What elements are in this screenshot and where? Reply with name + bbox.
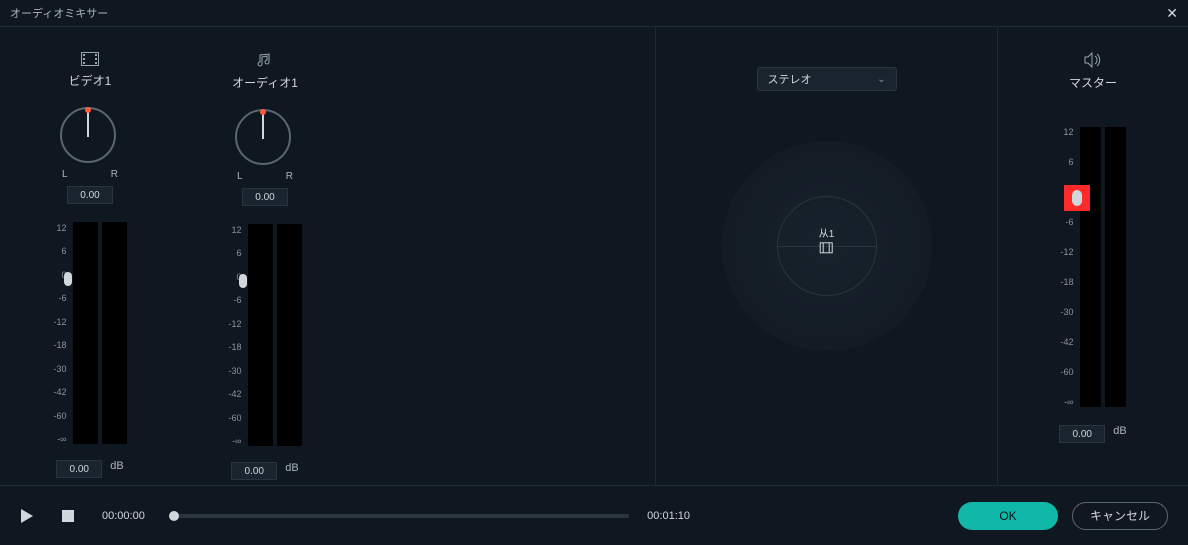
gain-slider[interactable] (248, 224, 302, 446)
music-icon (257, 52, 273, 68)
master-label: マスター (1069, 74, 1117, 91)
master-pane: マスター 1260-6-12-18-30-42-60-∞ 0.00 dB (998, 27, 1188, 485)
ok-button[interactable]: OK (958, 502, 1058, 530)
master-db-scale: 1260-6-12-18-30-42-60-∞ (1060, 127, 1073, 407)
channel-audio1: オーディオ1 LR 0.00 1260-6-12-18-30-42-60-∞ 0… (205, 52, 325, 485)
main-area: ビデオ1 LR 0.00 1260-6-12-18-30-42-60-∞ 0.0… (0, 26, 1188, 485)
play-icon[interactable] (20, 508, 34, 524)
progress-bar[interactable] (169, 514, 629, 518)
meter-bar-left (248, 224, 273, 446)
db-scale: 1260-6-12-18-30-42-60-∞ (228, 224, 241, 446)
master-knob-highlight[interactable] (1064, 185, 1090, 211)
progress-knob[interactable] (169, 511, 179, 521)
pan-lr-labels: LR (237, 171, 293, 182)
stereo-dropdown[interactable]: ステレオ ⌄ (757, 67, 897, 91)
gain-value[interactable]: 0.00 (231, 462, 277, 480)
meter-bar-right (277, 224, 302, 446)
slider-knob[interactable] (64, 272, 72, 286)
master-meter-right (1105, 127, 1126, 407)
dropdown-selected: ステレオ (768, 71, 812, 87)
titlebar: オーディオミキサー ✕ (0, 0, 1188, 26)
pan-knob[interactable] (235, 109, 295, 169)
meter-bar-left (73, 222, 98, 444)
master-slider-knob[interactable] (1072, 190, 1082, 206)
pan-knob[interactable] (60, 107, 120, 167)
channel-label: ビデオ1 (69, 72, 112, 89)
surround-center-marker[interactable]: 从1 (819, 228, 835, 254)
meter-area: 1260-6-12-18-30-42-60-∞ (53, 222, 126, 444)
channel-video1: ビデオ1 LR 0.00 1260-6-12-18-30-42-60-∞ 0.0… (30, 52, 150, 485)
db-unit: dB (110, 460, 123, 472)
meter-area: 1260-6-12-18-30-42-60-∞ (228, 224, 301, 446)
cancel-button[interactable]: キャンセル (1072, 502, 1168, 530)
db-unit: dB (285, 462, 298, 474)
speaker-icon (1084, 52, 1102, 68)
surround-pane: ステレオ ⌄ 从1 (656, 27, 998, 485)
channel-label: オーディオ1 (232, 74, 298, 91)
db-scale: 1260-6-12-18-30-42-60-∞ (53, 222, 66, 444)
meter-bar-right (102, 222, 127, 444)
time-total: 00:01:10 (647, 510, 690, 522)
stop-icon[interactable] (62, 510, 74, 522)
video-icon (81, 52, 99, 66)
pan-value[interactable]: 0.00 (67, 186, 113, 204)
time-current: 00:00:00 (102, 510, 145, 522)
channels-pane: ビデオ1 LR 0.00 1260-6-12-18-30-42-60-∞ 0.0… (0, 27, 656, 485)
gain-slider[interactable] (73, 222, 127, 444)
master-meter-left (1080, 127, 1101, 407)
pan-lr-labels: LR (62, 169, 118, 180)
pan-value[interactable]: 0.00 (242, 188, 288, 206)
db-unit: dB (1113, 425, 1126, 437)
playback-bar: 00:00:00 00:01:10 OK キャンセル (0, 485, 1188, 545)
window-title: オーディオミキサー (10, 5, 108, 21)
master-gain-value[interactable]: 0.00 (1059, 425, 1105, 443)
close-icon[interactable]: ✕ (1166, 5, 1178, 22)
slider-knob[interactable] (239, 274, 247, 288)
surround-field[interactable]: 从1 (722, 141, 932, 351)
master-slider[interactable] (1080, 127, 1126, 407)
gain-value[interactable]: 0.00 (56, 460, 102, 478)
chevron-down-icon: ⌄ (877, 74, 885, 85)
marker-icon (819, 242, 833, 254)
